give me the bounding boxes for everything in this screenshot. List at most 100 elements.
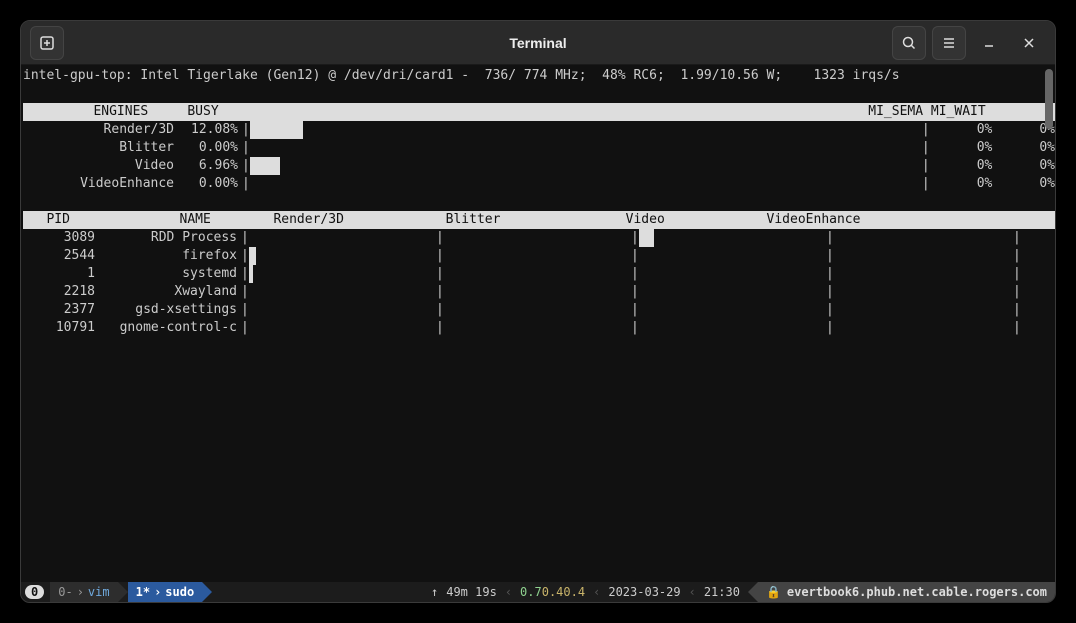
engine-row: Video6.96% || 0% 0% xyxy=(23,157,1055,175)
process-row: 3089RDD Process||||| xyxy=(23,229,1055,247)
process-table: 3089RDD Process|||||2544firefox|||||1sys… xyxy=(23,229,1055,337)
tab-0[interactable]: 0- › vim xyxy=(50,582,117,602)
cell-divider: | xyxy=(241,265,249,283)
proc-engine-cell: | xyxy=(436,319,631,337)
process-name: gsd-xsettings xyxy=(99,301,241,319)
cell-divider: | xyxy=(241,247,249,265)
mi-sema: 0% xyxy=(930,157,993,175)
process-row: 2544firefox||||| xyxy=(23,247,1055,265)
bar-start: | xyxy=(242,121,250,139)
proc-engine-cell: | xyxy=(631,319,826,337)
proc-engine-cell: | xyxy=(436,265,631,283)
powerline-arrow-icon xyxy=(118,582,128,602)
search-button[interactable] xyxy=(892,26,926,60)
uptime-arrow-icon: ↑ xyxy=(431,585,438,599)
cell-divider: | xyxy=(631,265,639,283)
bar-end: | xyxy=(922,157,930,175)
engine-bar-fill xyxy=(250,121,303,139)
lock-icon: 🔒 xyxy=(766,585,781,599)
time-value: 21:30 xyxy=(704,585,740,599)
engine-name: VideoEnhance xyxy=(23,175,178,193)
proc-engine-cell: | xyxy=(241,283,436,301)
proc-engine-cell: || xyxy=(826,229,1021,247)
cell-divider: | xyxy=(436,319,444,337)
engine-busy: 12.08% xyxy=(178,121,242,139)
proc-engine-cell: | xyxy=(241,319,436,337)
cell-divider: | xyxy=(1013,283,1021,301)
pid: 1 xyxy=(23,265,99,283)
engine-bar xyxy=(250,139,922,157)
close-icon xyxy=(1021,35,1037,51)
mi-wait: 0% xyxy=(992,139,1055,157)
menu-button[interactable] xyxy=(932,26,966,60)
cell-divider: | xyxy=(436,301,444,319)
engine-busy: 6.96% xyxy=(178,157,242,175)
process-name: Xwayland xyxy=(99,283,241,301)
load-segment: 0.7 0.4 0.4 xyxy=(512,582,593,602)
engine-name: Render/3D xyxy=(23,121,178,139)
tab-1-cmd: sudo xyxy=(165,585,194,599)
cell-divider: | xyxy=(631,319,639,337)
minimize-icon xyxy=(981,35,997,51)
cell-divider: | xyxy=(436,229,444,247)
proc-engine-cell: || xyxy=(826,247,1021,265)
engine-bar-fill xyxy=(250,157,280,175)
terminal-viewport[interactable]: intel-gpu-top: Intel Tigerlake (Gen12) @… xyxy=(21,65,1055,582)
tab-0-index: 0- xyxy=(58,585,72,599)
engine-busy: 0.00% xyxy=(178,139,242,157)
proc-engine-cell: | xyxy=(241,265,436,283)
blank-line xyxy=(23,193,1055,211)
cell-divider: | xyxy=(826,229,834,247)
engine-row: Render/3D12.08% || 0% 0% xyxy=(23,121,1055,139)
engine-busy: 0.00% xyxy=(178,175,242,193)
mi-sema: 0% xyxy=(930,121,993,139)
cell-divider: | xyxy=(241,301,249,319)
proc-bar-fill xyxy=(639,229,654,247)
mi-wait: 0% xyxy=(992,157,1055,175)
tab-0-cmd: vim xyxy=(88,585,110,599)
bar-end: | xyxy=(922,175,930,193)
cell-divider: | xyxy=(631,301,639,319)
cell-divider: | xyxy=(241,319,249,337)
pid: 3089 xyxy=(23,229,99,247)
process-name: systemd xyxy=(99,265,241,283)
cell-divider: | xyxy=(631,229,639,247)
close-button[interactable] xyxy=(1012,26,1046,60)
proc-bar-fill xyxy=(249,265,253,283)
pid: 2377 xyxy=(23,301,99,319)
proc-engine-cell: || xyxy=(826,319,1021,337)
cell-divider: | xyxy=(826,301,834,319)
process-name: gnome-control-c xyxy=(99,319,241,337)
tab-1-active[interactable]: 1* › sudo xyxy=(128,582,203,602)
process-name: firefox xyxy=(99,247,241,265)
cell-divider: | xyxy=(1013,319,1021,337)
bar-end: | xyxy=(922,139,930,157)
powerline-arrow-icon xyxy=(748,582,758,602)
bar-start: | xyxy=(242,175,250,193)
proc-engine-cell: | xyxy=(436,229,631,247)
new-tab-icon xyxy=(39,35,55,51)
load-1: 0.7 xyxy=(520,585,542,599)
engine-bar xyxy=(250,157,922,175)
tab-1-index: 1* xyxy=(136,585,150,599)
proc-engine-cell: | xyxy=(631,283,826,301)
cell-divider: | xyxy=(1013,247,1021,265)
minimize-button[interactable] xyxy=(972,26,1006,60)
proc-engine-cell: || xyxy=(826,283,1021,301)
cell-divider: | xyxy=(436,283,444,301)
load-5: 0.4 xyxy=(542,585,564,599)
proc-engine-cell: | xyxy=(241,247,436,265)
uptime-segment: ↑ 49m 19s xyxy=(423,582,505,602)
new-tab-button[interactable] xyxy=(30,26,64,60)
engines-table: Render/3D12.08% || 0% 0% Blitter0.00% ||… xyxy=(23,121,1055,193)
cell-divider: | xyxy=(631,247,639,265)
uptime-value: 49m 19s xyxy=(446,585,497,599)
cell-divider: | xyxy=(436,265,444,283)
powerline-arrow-icon xyxy=(202,582,212,602)
cell-divider: | xyxy=(1013,265,1021,283)
scrollbar-thumb[interactable] xyxy=(1045,69,1053,129)
session-badge: 0 xyxy=(25,585,44,599)
tmux-statusbar: 0 0- › vim 1* › sudo ↑ 49m 19s ‹ 0.7 0.4… xyxy=(21,582,1055,602)
mi-sema: 0% xyxy=(930,139,993,157)
summary-line: intel-gpu-top: Intel Tigerlake (Gen12) @… xyxy=(23,67,1055,85)
